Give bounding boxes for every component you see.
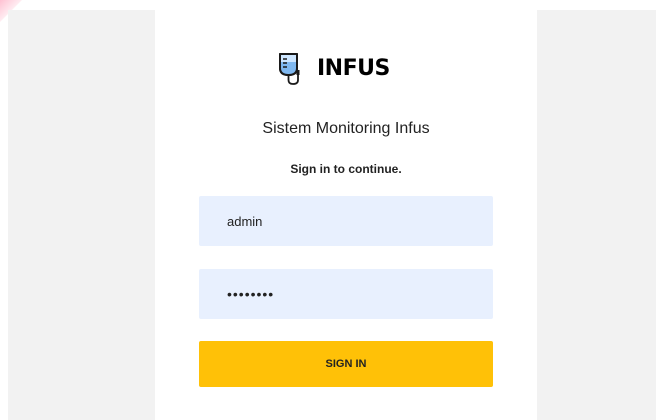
- iv-bag-icon: [277, 50, 307, 86]
- right-side-panel: [537, 10, 656, 420]
- left-side-panel: [8, 10, 155, 420]
- username-input[interactable]: [199, 196, 493, 246]
- page-title: Sistem Monitoring Infus: [262, 120, 430, 137]
- login-card: INFUS Sistem Monitoring Infus Sign in to…: [155, 10, 537, 420]
- page-subtitle: Sign in to continue.: [290, 162, 402, 176]
- sign-in-button[interactable]: SIGN IN: [199, 341, 493, 387]
- brand-name: INFUS: [317, 55, 390, 81]
- password-input[interactable]: [199, 269, 493, 319]
- brand-logo: INFUS: [277, 50, 390, 86]
